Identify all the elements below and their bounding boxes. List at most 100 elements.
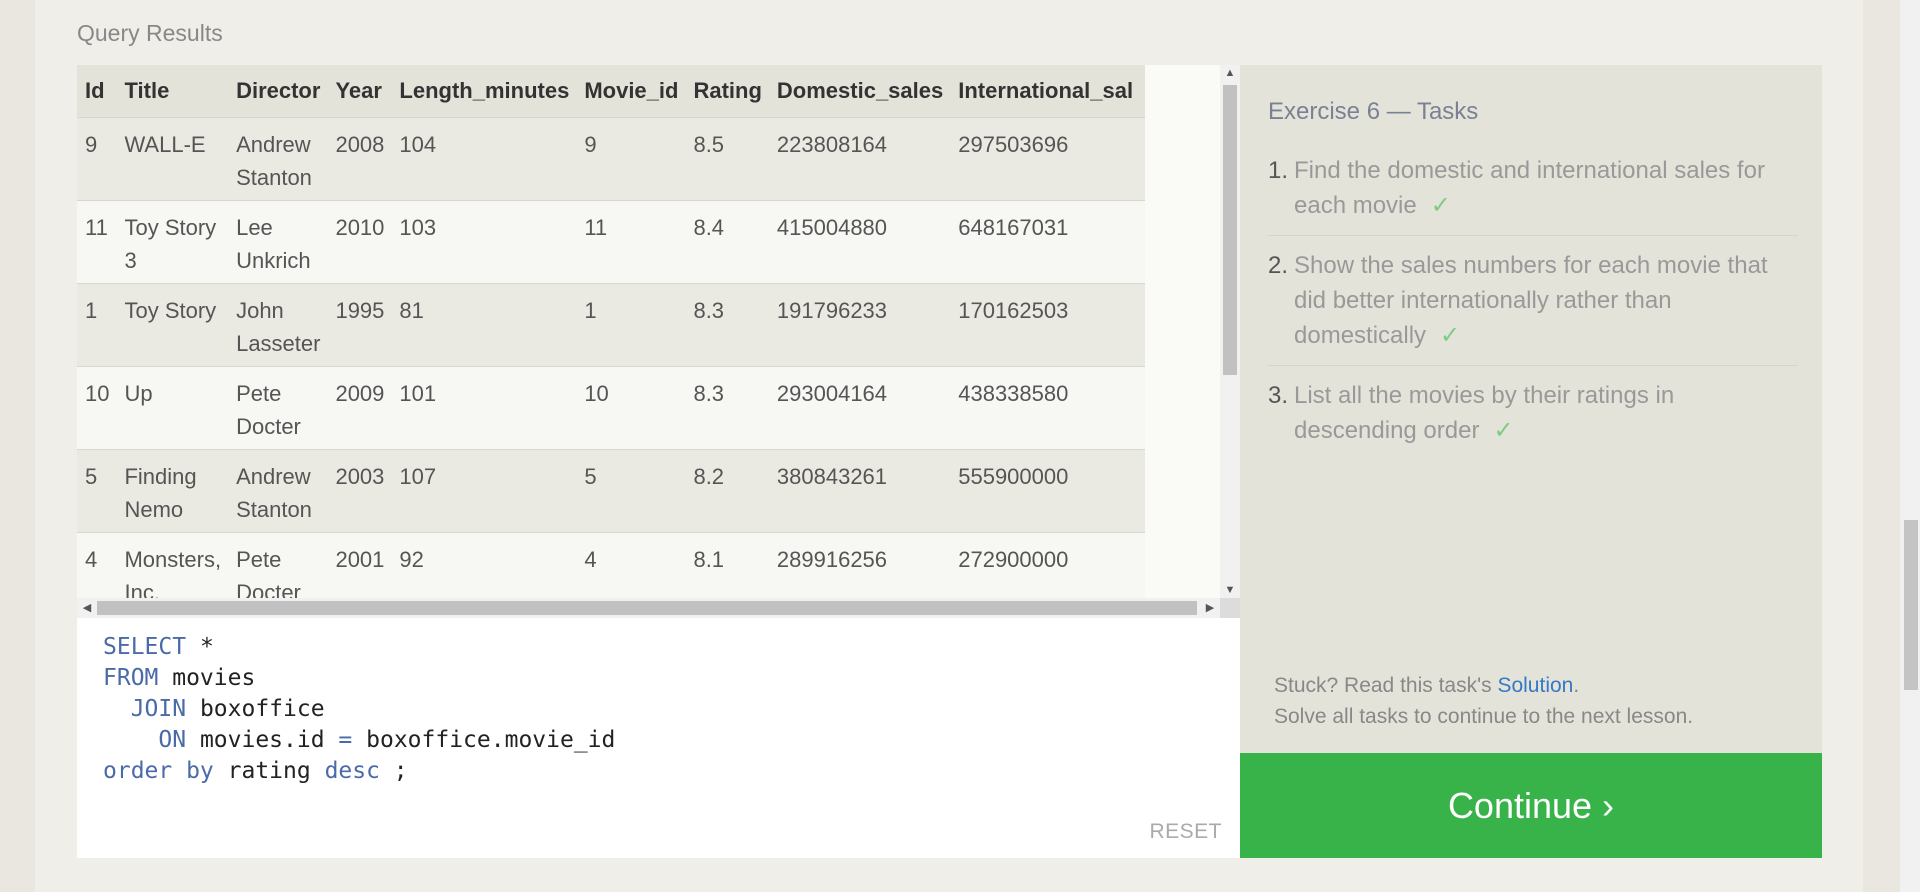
cell-director: Pete Docter	[236, 380, 301, 439]
cell-title: Toy Story	[124, 297, 217, 323]
cell-international-sales: 555900000	[958, 463, 1069, 489]
cell-year: 2009	[335, 380, 385, 406]
cell-id: 4	[85, 546, 98, 572]
scroll-left-arrow-icon[interactable]: ◀	[80, 601, 94, 615]
task-number: 3.	[1268, 382, 1289, 409]
cell-year: 2008	[335, 131, 385, 157]
cell-year: 2001	[335, 546, 385, 572]
cell-id: 9	[85, 131, 98, 157]
code-text: movies	[158, 665, 256, 691]
task-text: Find the domestic and international sale…	[1294, 157, 1765, 219]
column-header-rating: Rating	[693, 77, 762, 103]
cell-international-sales: 438338580	[958, 380, 1069, 406]
cell-domestic-sales: 191796233	[776, 297, 888, 323]
column-header-id: Id	[85, 77, 105, 103]
cell-rating: 8.4	[693, 214, 725, 240]
cell-year: 2003	[335, 463, 385, 489]
vertical-scroll-thumb[interactable]	[1223, 85, 1237, 375]
table-row: 5 Finding Nemo Andrew Stanton 2003 107 5…	[77, 449, 1146, 532]
cell-rating: 8.3	[693, 380, 725, 406]
cell-international-sales: 170162503	[958, 297, 1069, 323]
code-text: boxoffice.movie_id	[352, 727, 616, 753]
sql-code[interactable]: SELECT * FROM movies JOIN boxoffice ON m…	[103, 632, 615, 787]
task-number: 1.	[1268, 157, 1289, 184]
results-horizontal-scrollbar[interactable]: ◀ ▶	[77, 598, 1220, 618]
cell-domestic-sales: 289916256	[776, 546, 888, 572]
cell-length: 103	[399, 214, 437, 240]
cell-year: 1995	[335, 297, 385, 323]
results-table: Id Title Director Year Length_minutes Mo…	[77, 65, 1146, 599]
table-row: 1 Toy Story John Lasseter 1995 81 1 8.3 …	[77, 283, 1146, 366]
query-results-panel[interactable]: Id Title Director Year Length_minutes Mo…	[77, 65, 1240, 618]
cell-length: 101	[399, 380, 437, 406]
cell-director: Lee Unkrich	[236, 214, 311, 273]
cell-id: 11	[85, 214, 108, 240]
cell-length: 92	[399, 546, 424, 572]
sql-editor[interactable]: SELECT * FROM movies JOIN boxoffice ON m…	[77, 618, 1240, 858]
column-header-director: Director	[236, 77, 321, 103]
cell-year: 2010	[335, 214, 385, 240]
scroll-down-arrow-icon[interactable]: ▼	[1223, 584, 1237, 596]
scrollbar-corner	[1220, 598, 1240, 618]
column-header-length: Length_minutes	[399, 77, 570, 103]
code-text: *	[186, 634, 214, 660]
page-scrollbar[interactable]	[1900, 0, 1920, 892]
cell-rating: 8.3	[693, 297, 725, 323]
query-results-title: Query Results	[77, 20, 223, 46]
cell-id: 1	[85, 297, 98, 323]
checkmark-icon: ✓	[1430, 192, 1451, 219]
code-text: boxoffice	[186, 696, 325, 722]
task-list: 1. Find the domestic and international s…	[1268, 153, 1798, 472]
table-row: 10 Up Pete Docter 2009 101 10 8.3 293004…	[77, 366, 1146, 449]
cell-id: 10	[85, 380, 110, 406]
cell-director: Andrew Stanton	[236, 131, 312, 190]
horizontal-scroll-thumb[interactable]	[97, 601, 1197, 615]
cell-director: John Lasseter	[236, 297, 321, 356]
page-scroll-thumb[interactable]	[1904, 520, 1918, 690]
cell-title: Monsters, Inc.	[124, 546, 222, 599]
cell-rating: 8.2	[693, 463, 725, 489]
tasks-panel: Exercise 6 — Tasks 1. Find the domestic …	[1240, 65, 1822, 753]
cell-director: Pete Docter	[236, 546, 301, 599]
cell-international-sales: 648167031	[958, 214, 1069, 240]
table-row: 4 Monsters, Inc. Pete Docter 2001 92 4 8…	[77, 532, 1146, 599]
cell-movie-id: 10	[584, 380, 609, 406]
cell-domestic-sales: 380843261	[776, 463, 888, 489]
cell-length: 81	[399, 297, 424, 323]
cell-id: 5	[85, 463, 98, 489]
code-text: movies.id	[186, 727, 339, 753]
solution-link[interactable]: Solution	[1497, 674, 1573, 697]
operator-equals: =	[338, 727, 353, 753]
solve-all-text: Solve all tasks to continue to the next …	[1274, 705, 1694, 728]
cell-title: WALL-E	[124, 131, 206, 157]
task-item: 3. List all the movies by their ratings …	[1268, 378, 1798, 460]
table-header-row: Id Title Director Year Length_minutes Mo…	[77, 65, 1146, 117]
reset-button[interactable]: RESET	[1149, 820, 1222, 844]
cell-international-sales: 272900000	[958, 546, 1069, 572]
column-header-international-sales: International_sal	[958, 77, 1134, 103]
scroll-up-arrow-icon[interactable]: ▲	[1223, 67, 1237, 79]
cell-domestic-sales: 293004164	[776, 380, 888, 406]
task-text: Show the sales numbers for each movie th…	[1294, 252, 1768, 349]
cell-movie-id: 1	[584, 297, 597, 323]
cell-title: Toy Story 3	[124, 214, 217, 273]
keyword-join: JOIN	[130, 696, 187, 722]
continue-button[interactable]: Continue ›	[1240, 753, 1822, 858]
cell-title: Finding Nemo	[124, 463, 197, 522]
column-header-year: Year	[335, 77, 382, 103]
cell-rating: 8.1	[693, 546, 725, 572]
cell-length: 107	[399, 463, 437, 489]
stuck-prefix: Stuck? Read this task's	[1274, 674, 1498, 697]
checkmark-icon: ✓	[1493, 417, 1514, 444]
table-row: 9 WALL-E Andrew Stanton 2008 104 9 8.5 2…	[77, 117, 1146, 200]
cell-director: Andrew Stanton	[236, 463, 312, 522]
cell-length: 104	[399, 131, 437, 157]
column-header-movie-id: Movie_id	[584, 77, 679, 103]
keyword-desc: desc	[324, 758, 380, 784]
cell-rating: 8.5	[693, 131, 725, 157]
results-vertical-scrollbar[interactable]: ▲ ▼	[1220, 65, 1240, 598]
scroll-right-arrow-icon[interactable]: ▶	[1203, 601, 1217, 615]
stuck-suffix: .	[1573, 674, 1580, 697]
keyword-order-by: order by	[103, 758, 214, 784]
task-text: List all the movies by their ratings in …	[1294, 382, 1675, 444]
